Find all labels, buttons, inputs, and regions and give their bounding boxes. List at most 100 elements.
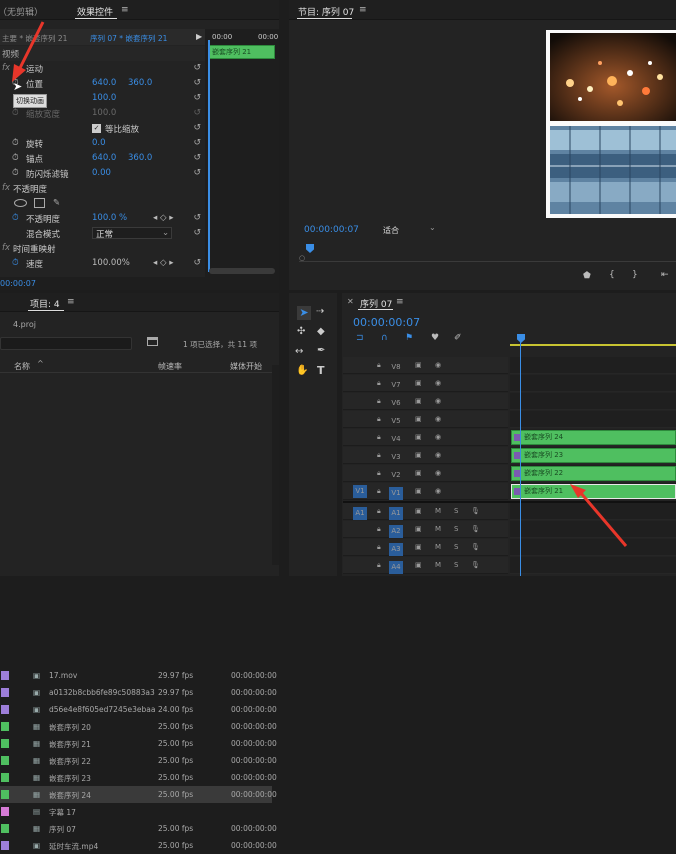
sync-lock-icon[interactable]: ▣ (415, 525, 422, 533)
track-lock-icon[interactable]: 🔒︎ (377, 561, 381, 570)
toggle-output-eye-icon[interactable]: ◉ (435, 361, 441, 369)
track-target[interactable]: A4 (389, 561, 403, 574)
track-lock-icon[interactable]: 🔒︎ (377, 361, 381, 370)
track-target[interactable]: V2 (389, 469, 403, 482)
track-lock-icon[interactable]: 🔒︎ (377, 433, 381, 442)
speed-value[interactable]: 100.00% (92, 258, 130, 268)
label-color-swatch[interactable] (1, 790, 9, 799)
project-item-row[interactable]: ▦ 嵌套序列 24 25.00 fps 00:00:00:00 (0, 786, 277, 803)
sync-lock-icon[interactable]: ▣ (415, 507, 422, 515)
toggle-output-eye-icon[interactable]: ◉ (435, 379, 441, 387)
label-color-swatch[interactable] (1, 722, 9, 731)
add-marker-icon[interactable]: ⬟ (583, 271, 591, 281)
reset-anchor-icon[interactable]: ↺ (193, 153, 201, 163)
go-to-in-icon[interactable]: ⇤ (661, 270, 669, 280)
project-scrollbar[interactable] (272, 365, 279, 565)
speed-keyframe-nav[interactable]: ◂ ◇ ▸ (153, 258, 173, 268)
wrench-settings-icon[interactable]: ✐ (454, 333, 462, 343)
sync-lock-icon[interactable]: ▣ (415, 379, 422, 387)
opacity-value[interactable]: 100.0 % (92, 213, 127, 223)
track-target[interactable]: V6 (389, 397, 403, 410)
project-item-row[interactable]: ▦ 嵌套序列 22 25.00 fps 00:00:00:00 (0, 752, 277, 769)
sync-lock-icon[interactable]: ▣ (415, 543, 422, 551)
track-lock-icon[interactable]: 🔒︎ (377, 487, 381, 496)
project-item-row[interactable]: ▦ 嵌套序列 20 25.00 fps 00:00:00:00 (0, 718, 277, 735)
timeline-timecode[interactable]: 00:00:00:07 (353, 316, 420, 329)
sync-lock-icon[interactable]: ▣ (415, 397, 422, 405)
selection-tool-icon[interactable]: ➤ (297, 306, 311, 320)
mute-button[interactable]: M (435, 561, 441, 569)
snap-icon[interactable]: ⊐ (356, 333, 364, 343)
ec-mini-clip[interactable]: 嵌套序列 21 (209, 45, 275, 59)
sync-lock-icon[interactable]: ▣ (415, 487, 422, 495)
label-color-swatch[interactable] (1, 688, 9, 697)
video-track-lane[interactable] (510, 393, 676, 410)
project-item-row[interactable]: ▦ 嵌套序列 23 25.00 fps 00:00:00:00 (0, 769, 277, 786)
track-lock-icon[interactable]: 🔒︎ (377, 525, 381, 534)
toggle-output-eye-icon[interactable]: ◉ (435, 451, 441, 459)
speed-stopwatch-icon[interactable]: ⏱ (12, 258, 19, 268)
sync-lock-icon[interactable]: ▣ (415, 361, 422, 369)
track-target[interactable]: V8 (389, 361, 403, 374)
timeline-clip[interactable]: 嵌套序列 24 (511, 430, 676, 445)
source-patch-a1[interactable]: A1 (353, 507, 367, 520)
track-lock-icon[interactable]: 🔒︎ (377, 469, 381, 478)
slip-tool-icon[interactable]: ↔ (295, 346, 303, 357)
track-lock-icon[interactable]: 🔒︎ (377, 451, 381, 460)
add-marker-timeline-icon[interactable]: ⚑ (405, 333, 413, 343)
video-track-lane[interactable] (510, 411, 676, 428)
program-scroll-left-icon[interactable]: ○ (299, 254, 305, 262)
mark-in-icon[interactable]: { (609, 270, 615, 280)
timeline-clip[interactable]: 嵌套序列 22 (511, 466, 676, 481)
track-lock-icon[interactable]: 🔒︎ (377, 379, 381, 388)
anchor-stopwatch-icon[interactable]: ⏱ (12, 153, 19, 163)
ripple-edit-tool-icon[interactable]: ✣ (297, 326, 305, 337)
reset-position-icon[interactable]: ↺ (193, 78, 201, 88)
pen-tool-icon[interactable]: ✒ (317, 345, 325, 356)
mute-button[interactable]: M (435, 543, 441, 551)
label-color-swatch[interactable] (1, 739, 9, 748)
rectangle-mask-icon[interactable] (34, 198, 45, 208)
ec-playhead[interactable] (208, 40, 210, 272)
voiceover-mic-icon[interactable]: 🎙︎ (471, 507, 480, 515)
razor-tool-icon[interactable]: ◆ (317, 326, 325, 337)
reset-uniform-icon[interactable]: ↺ (193, 123, 201, 133)
col-start-header[interactable]: 媒体开始 (230, 361, 262, 372)
toggle-output-eye-icon[interactable]: ◉ (435, 487, 441, 495)
ec-play-marker-icon[interactable]: ▶ (196, 32, 202, 41)
sort-ascending-icon[interactable]: ^ (37, 359, 44, 368)
reset-blend-icon[interactable]: ↺ (193, 228, 201, 238)
antiflicker-value[interactable]: 0.00 (92, 168, 111, 178)
tab-program[interactable]: 节目: 序列 07 (298, 5, 354, 18)
toggle-output-eye-icon[interactable]: ◉ (435, 397, 441, 405)
marker-icon[interactable]: ♥ (431, 333, 439, 343)
timeline-clip[interactable]: 嵌套序列 23 (511, 448, 676, 463)
mute-button[interactable]: M (435, 525, 441, 533)
track-target[interactable]: V4 (389, 433, 403, 446)
video-track-lane[interactable] (510, 375, 676, 392)
track-target[interactable]: A2 (389, 525, 403, 538)
sync-lock-icon[interactable]: ▣ (415, 561, 422, 569)
project-item-row[interactable]: ▤ 字幕 17 (0, 803, 272, 820)
project-item-row[interactable]: ▦ 嵌套序列 21 25.00 fps 00:00:00:00 (0, 735, 277, 752)
antiflicker-stopwatch-icon[interactable]: ⏱ (12, 168, 19, 178)
reset-rotation-icon[interactable]: ↺ (193, 138, 201, 148)
ec-scroll-bar[interactable] (209, 268, 275, 274)
new-bin-icon[interactable] (147, 337, 158, 346)
toggle-output-eye-icon[interactable]: ◉ (435, 433, 441, 441)
voiceover-mic-icon[interactable]: 🎙︎ (471, 561, 480, 569)
sequence-clip-link[interactable]: 序列 07 * 嵌套序列 21 (90, 33, 167, 44)
tab-project[interactable]: 项目: 4 (30, 297, 60, 310)
label-color-swatch[interactable] (1, 756, 9, 765)
label-color-swatch[interactable] (1, 841, 9, 850)
tab-effect-controls[interactable]: 效果控件 (77, 5, 113, 18)
sync-lock-icon[interactable]: ▣ (415, 469, 422, 477)
project-item-row[interactable]: ▣ 17.mov 29.97 fps 00:00:00:00 (0, 667, 277, 684)
reset-antiflicker-icon[interactable]: ↺ (193, 168, 201, 178)
track-lock-icon[interactable]: 🔒︎ (377, 397, 381, 406)
project-search-input[interactable] (0, 337, 132, 350)
rotation-stopwatch-icon[interactable]: ⏱ (12, 138, 19, 148)
sync-lock-icon[interactable]: ▣ (415, 415, 422, 423)
uniform-scale-checkbox[interactable]: ✓ (92, 124, 101, 133)
reset-opacity-icon[interactable]: ↺ (193, 213, 201, 223)
